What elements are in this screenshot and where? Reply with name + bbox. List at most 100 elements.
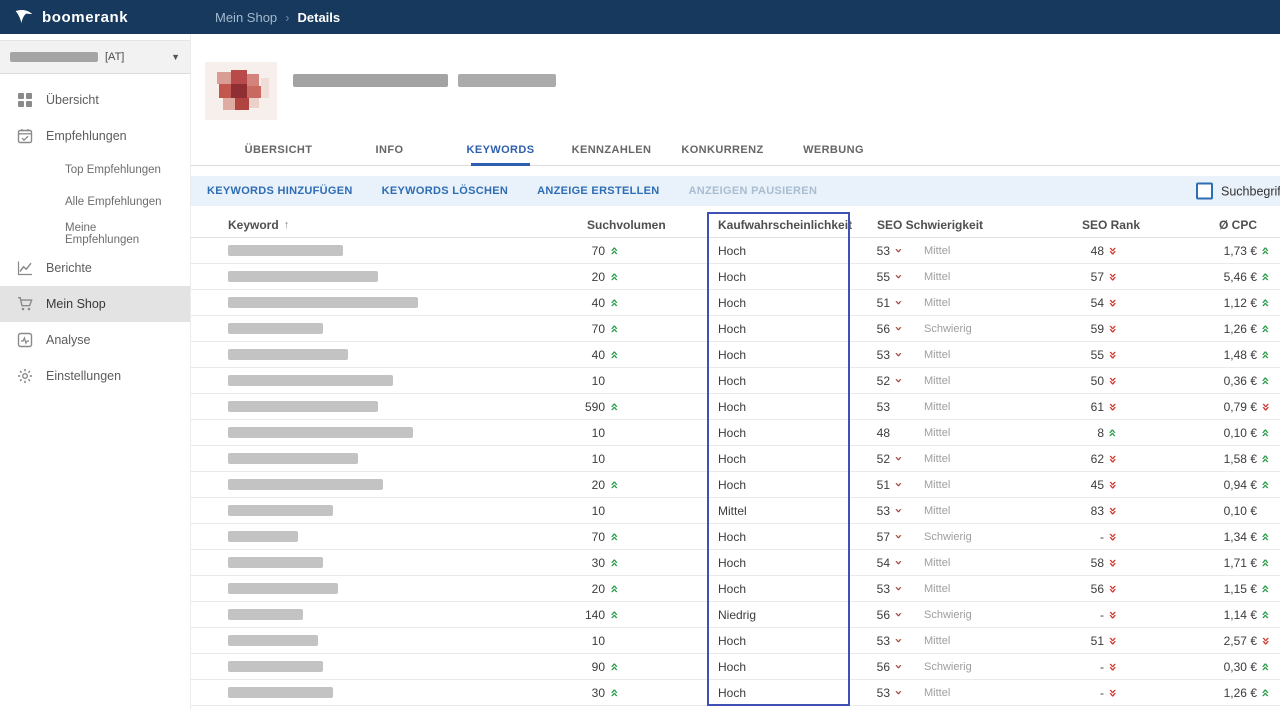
- sidebar-item-berichte[interactable]: Berichte: [0, 250, 190, 286]
- table-row[interactable]: 70»Hoch53›Mittel48»1,73 €»: [190, 238, 1280, 264]
- keyword-blurred: [228, 323, 323, 334]
- keyword-cell: [190, 245, 530, 256]
- column-header-keyword[interactable]: Keyword ↑: [190, 218, 530, 232]
- cpc-trend-icon: »: [1257, 400, 1275, 414]
- rank-cell: 50»: [1065, 374, 1140, 388]
- tab-keywords[interactable]: KEYWORDS: [445, 134, 556, 165]
- table-row[interactable]: 70»Hoch57›Schwierig-»1,34 €»: [190, 524, 1280, 550]
- difficulty-label: Mittel: [924, 479, 950, 491]
- sidebar-item-empfehlungen[interactable]: Empfehlungen: [0, 118, 190, 154]
- volume-trend: »: [605, 322, 625, 336]
- difficulty-label: Mittel: [924, 349, 950, 361]
- keyword-cell: [190, 271, 530, 282]
- difficulty-cell: 57›Schwierig: [850, 530, 1065, 544]
- sidebar-item-übersicht[interactable]: Übersicht: [0, 82, 190, 118]
- sidebar-item-alle-empfehlungen[interactable]: Alle Empfehlungen: [0, 186, 190, 218]
- action-anzeige-erstellen[interactable]: ANZEIGE ERSTELLEN: [537, 185, 659, 197]
- table-row[interactable]: 10Hoch48›Mittel8»0,10 €»: [190, 420, 1280, 446]
- account-selector[interactable]: [AT] ▼: [0, 40, 190, 74]
- table-row[interactable]: 40»Hoch53›Mittel55»1,48 €»: [190, 342, 1280, 368]
- brand[interactable]: boomerank: [0, 7, 128, 27]
- table-body: 70»Hoch53›Mittel48»1,73 €»20»Hoch55›Mitt…: [190, 238, 1280, 706]
- rank-cell: 48»: [1065, 244, 1140, 258]
- column-header-seo-schwierigkeit[interactable]: SEO Schwierigkeit: [850, 218, 1065, 232]
- action-keywords-hinzufügen[interactable]: KEYWORDS HINZUFÜGEN: [207, 185, 353, 197]
- table-row[interactable]: 10Hoch52›Mittel50»0,36 €»: [190, 368, 1280, 394]
- rank-trend-icon: »: [1104, 296, 1122, 310]
- volume-trend-icon: »: [606, 660, 624, 674]
- rank-value: 55: [1065, 348, 1104, 362]
- breadcrumb-parent[interactable]: Mein Shop: [215, 10, 277, 25]
- cpc-value: 0,10 €: [1140, 426, 1257, 440]
- probability-value: Hoch: [707, 634, 850, 648]
- table-row[interactable]: 30»Hoch54›Mittel58»1,71 €»: [190, 550, 1280, 576]
- difficulty-cell: 53›Mittel: [850, 582, 1065, 596]
- sort-ascending-icon[interactable]: ↑: [284, 219, 290, 231]
- table-row[interactable]: 40»Hoch51›Mittel54»1,12 €»: [190, 290, 1280, 316]
- cpc-trend-icon: »: [1257, 348, 1275, 362]
- cpc-value: 0,94 €: [1140, 478, 1257, 492]
- cpc-value: 1,34 €: [1140, 530, 1257, 544]
- cpc-cell: 1,58 €»: [1140, 452, 1275, 466]
- sidebar-item-mein-shop[interactable]: Mein Shop: [0, 286, 190, 322]
- keyword-cell: [190, 453, 530, 464]
- difficulty-value: 48: [850, 426, 890, 440]
- cpc-cell: 2,57 €»: [1140, 634, 1275, 648]
- column-header-kaufwahrscheinlichkeit[interactable]: Kaufwahrscheinlichkeit: [707, 218, 850, 232]
- rank-value: 45: [1065, 478, 1104, 492]
- difficulty-cell: 53›Mittel: [850, 634, 1065, 648]
- tab-übersicht[interactable]: ÜBERSICHT: [223, 134, 334, 165]
- tab-info[interactable]: INFO: [334, 134, 445, 165]
- table-row[interactable]: 70»Hoch56›Schwierig59»1,26 €»: [190, 316, 1280, 342]
- table-row[interactable]: 590»Hoch53›Mittel61»0,79 €»: [190, 394, 1280, 420]
- column-header-suchvolumen[interactable]: Suchvolumen: [530, 218, 707, 232]
- cpc-value: 5,46 €: [1140, 270, 1257, 284]
- shop-header: [190, 34, 1280, 112]
- volume-trend: »: [605, 296, 625, 310]
- difficulty-trend-icon: ›: [892, 555, 905, 571]
- volume-value: 10: [530, 504, 605, 518]
- table-row[interactable]: 90»Hoch56›Schwierig-»0,30 €»: [190, 654, 1280, 680]
- rank-cell: 55»: [1065, 348, 1140, 362]
- table-row[interactable]: 140»Niedrig56›Schwierig-»1,14 €»: [190, 602, 1280, 628]
- calendar-icon: [17, 128, 33, 144]
- keyword-blurred: [228, 557, 323, 568]
- tab-werbung[interactable]: WERBUNG: [778, 134, 889, 165]
- difficulty-cell: 56›Schwierig: [850, 322, 1065, 336]
- table-row[interactable]: 20»Hoch53›Mittel56»1,15 €»: [190, 576, 1280, 602]
- tab-konkurrenz[interactable]: KONKURRENZ: [667, 134, 778, 165]
- topbar: boomerank Mein Shop › Details: [0, 0, 1280, 34]
- sidebar-item-analyse[interactable]: Analyse: [0, 322, 190, 358]
- probability-value: Hoch: [707, 296, 850, 310]
- table-row[interactable]: 10Hoch52›Mittel62»1,58 €»: [190, 446, 1280, 472]
- cpc-trend-icon: »: [1257, 322, 1275, 336]
- table-row[interactable]: 10Mittel53›Mittel83»0,10 €: [190, 498, 1280, 524]
- column-header-cpc[interactable]: Ø CPC: [1140, 218, 1275, 232]
- keyword-blurred: [228, 401, 378, 412]
- probability-value: Hoch: [707, 530, 850, 544]
- sidebar-item-meine-empfehlungen[interactable]: Meine Empfehlungen: [0, 218, 190, 250]
- table-row[interactable]: 30»Hoch53›Mittel-»1,26 €»: [190, 680, 1280, 706]
- rank-trend-icon: »: [1104, 322, 1122, 336]
- sidebar-item-top-empfehlungen[interactable]: Top Empfehlungen: [0, 154, 190, 186]
- volume-trend-icon: »: [606, 478, 624, 492]
- table-row[interactable]: 20»Hoch55›Mittel57»5,46 €»: [190, 264, 1280, 290]
- rank-trend-icon: »: [1104, 400, 1122, 414]
- table-row[interactable]: 10Hoch53›Mittel51»2,57 €»: [190, 628, 1280, 654]
- table-row[interactable]: 20»Hoch51›Mittel45»0,94 €»: [190, 472, 1280, 498]
- keyword-blurred: [228, 453, 358, 464]
- volume-trend: »: [605, 348, 625, 362]
- volume-trend: »: [605, 400, 625, 414]
- volume-trend: »: [605, 686, 625, 700]
- tab-kennzahlen[interactable]: KENNZAHLEN: [556, 134, 667, 165]
- column-header-seo-rank[interactable]: SEO Rank: [1065, 218, 1140, 232]
- volume-trend-icon: »: [606, 270, 624, 284]
- cpc-value: 1,26 €: [1140, 686, 1257, 700]
- action-keywords-löschen[interactable]: KEYWORDS LÖSCHEN: [382, 185, 508, 197]
- sidebar-item-einstellungen[interactable]: Einstellungen: [0, 358, 190, 394]
- cpc-trend-icon: »: [1257, 374, 1275, 388]
- breadcrumb-current: Details: [298, 10, 341, 25]
- suchbegriffe-checkbox[interactable]: [1196, 183, 1213, 200]
- difficulty-cell: 51›Mittel: [850, 296, 1065, 310]
- keyword-cell: [190, 479, 530, 490]
